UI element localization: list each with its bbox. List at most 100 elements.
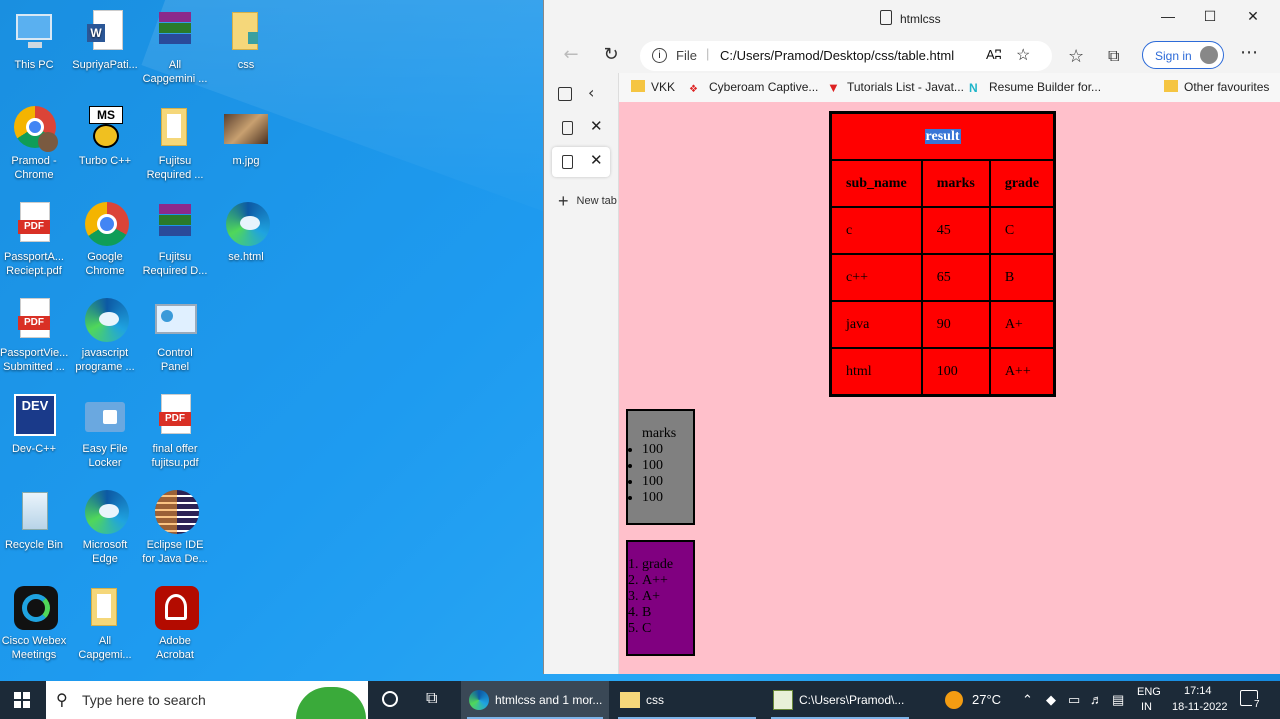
edge-icon	[469, 690, 489, 710]
desktop-icon-passport-view[interactable]: PDF PassportVie... Submitted ...	[0, 296, 68, 374]
avatar-icon	[1200, 46, 1218, 64]
cell-grade: A+	[989, 301, 1055, 348]
language-region[interactable]: IN	[1141, 701, 1152, 713]
task-view-icon[interactable]: ⧉	[426, 690, 437, 708]
windows-start-icon[interactable]	[14, 692, 30, 708]
taskbar-item-edge[interactable]: htmlcss and 1 mor...	[461, 681, 609, 719]
search-icon: ⚲	[56, 692, 68, 709]
info-icon[interactable]: i	[652, 48, 667, 63]
desktop-icon-pramod-chrome[interactable]: Pramod - Chrome	[0, 104, 68, 182]
desktop-icon-fujitsu-folder[interactable]: Fujitsu Required ...	[141, 104, 209, 182]
desktop-icon-adobe-acrobat[interactable]: Adobe Acrobat	[141, 584, 209, 662]
desktop-icon-css-folder[interactable]: css	[212, 8, 280, 72]
battery-icon[interactable]: ▭	[1068, 692, 1080, 708]
folder-icon	[151, 104, 199, 152]
cell-grade: B	[989, 254, 1055, 301]
title-bar: htmlcss — ☐ ✕	[544, 0, 1280, 38]
browser-window: htmlcss — ☐ ✕ ← ↻ i File | C:/Users/Pram…	[543, 0, 1280, 674]
volume-icon[interactable]: ♬	[1090, 692, 1103, 707]
edge-icon	[81, 488, 129, 536]
cortana-icon[interactable]	[382, 691, 398, 707]
desktop-icon-se-html[interactable]: se.html	[212, 200, 280, 264]
cell-grade: C	[989, 207, 1055, 254]
list-item: 100	[642, 458, 693, 474]
collections-icon[interactable]: ⧉	[1108, 46, 1119, 66]
desktop-icon-final-offer[interactable]: PDF final offer fujitsu.pdf	[141, 392, 209, 470]
minimize-button[interactable]: —	[1158, 8, 1178, 28]
more-menu-icon[interactable]: ⋯	[1240, 42, 1258, 63]
table-row: c++ 65 B	[831, 254, 1055, 301]
address-bar[interactable]: i File | C:/Users/Pramod/Desktop/css/tab…	[640, 41, 1052, 71]
fav-other-favourites[interactable]: Other favourites	[1164, 80, 1269, 94]
window-title: htmlcss	[900, 12, 941, 26]
desktop-icon-microsoft-edge[interactable]: Microsoft Edge	[71, 488, 139, 566]
new-tab-button[interactable]: + New tab	[558, 191, 618, 212]
read-aloud-icon[interactable]: Aʭ	[986, 47, 1002, 62]
sign-in-button[interactable]: Sign in	[1142, 41, 1224, 69]
fav-cyberoam[interactable]: ❖ Cyberoam Captive...	[689, 80, 818, 96]
eclipse-icon	[151, 488, 199, 536]
vertical-tab-1[interactable]: ✕	[552, 113, 610, 143]
desktop-icon-capgemini-archive[interactable]: All Capgemini ...	[141, 8, 209, 86]
grade-list: grade A++ A+ B C	[628, 557, 693, 637]
taskbar-search-box[interactable]: ⚲ Type here to search	[46, 681, 368, 719]
desktop-icon-this-pc[interactable]: This PC	[0, 8, 68, 72]
back-arrow-icon[interactable]: ←	[560, 45, 582, 67]
taskbar-item-explorer[interactable]: css	[612, 681, 762, 719]
desktop-icon-dev-cpp[interactable]: DEV Dev-C++	[0, 392, 68, 456]
clock-time[interactable]: 17:14	[1184, 685, 1212, 697]
fav-tutorials-list[interactable]: ▼ Tutorials List - Javat...	[827, 80, 964, 95]
desktop-icon-m-jpg[interactable]: m.jpg	[212, 104, 280, 168]
desktop-icon-cisco-webex[interactable]: Cisco Webex Meetings	[0, 584, 68, 662]
cell-grade: A++	[989, 348, 1055, 395]
refresh-icon[interactable]: ↻	[600, 45, 622, 67]
meet-icon[interactable]: ◆	[1046, 692, 1056, 708]
close-window-button[interactable]: ✕	[1243, 8, 1263, 28]
resume-builder-icon: N	[969, 81, 978, 95]
favourites-bar: VKK ❖ Cyberoam Captive... ▼ Tutorials List…	[619, 73, 1280, 102]
plus-icon: +	[558, 191, 569, 211]
pdf-file-icon: PDF	[10, 200, 58, 248]
fav-resume-builder[interactable]: N Resume Builder for...	[969, 80, 1101, 95]
close-tab-icon[interactable]: ✕	[590, 117, 603, 135]
desktop-icon-google-chrome[interactable]: Google Chrome	[71, 200, 139, 278]
cell-sub-name: html	[831, 348, 922, 395]
favourites-icon[interactable]: ☆	[1068, 46, 1084, 67]
word-document-icon: W	[81, 8, 129, 56]
monitor-icon	[10, 8, 58, 56]
chevron-up-icon[interactable]: ⌃	[1022, 692, 1033, 708]
pdf-file-icon: PDF	[151, 392, 199, 440]
desktop-icon-fujitsu-archive[interactable]: Fujitsu Required D...	[141, 200, 209, 278]
notepad-icon	[773, 690, 793, 710]
network-icon[interactable]: ▤	[1112, 692, 1124, 708]
folder-icon	[620, 692, 640, 708]
tab-actions-icon[interactable]	[558, 87, 572, 101]
language-indicator[interactable]: ENG	[1137, 686, 1161, 698]
fav-vkk[interactable]: VKK	[631, 80, 675, 94]
desktop-icon-recycle-bin[interactable]: Recycle Bin	[0, 488, 68, 552]
desktop-icon-control-panel[interactable]: Control Panel	[141, 296, 209, 374]
collapse-panel-icon[interactable]: ‹	[588, 83, 594, 102]
vertical-tab-2-active[interactable]: ✕	[552, 147, 610, 177]
desktop-icon-turbo-cpp[interactable]: MS Turbo C++	[71, 104, 139, 168]
clock-date[interactable]: 18-11-2022	[1172, 701, 1227, 713]
url-text[interactable]: C:/Users/Pramod/Desktop/css/table.html	[720, 48, 954, 63]
weather-sun-icon[interactable]	[945, 691, 963, 709]
desktop-icon-easy-file-locker[interactable]: Easy File Locker	[71, 392, 139, 470]
list-item: grade	[628, 557, 693, 573]
desktop-icon-passport-receipt[interactable]: PDF PassportA... Reciept.pdf	[0, 200, 68, 278]
taskbar-item-notepad[interactable]: C:\Users\Pramod\...	[765, 681, 915, 719]
page-icon	[562, 121, 573, 135]
desktop-icon-eclipse[interactable]: Eclipse IDE for Java De...	[141, 488, 209, 566]
close-tab-icon[interactable]: ✕	[590, 151, 603, 169]
weather-temperature[interactable]: 27°C	[972, 692, 1001, 707]
desktop-icon-capgemini-folder[interactable]: All Capgemi...	[71, 584, 139, 662]
folder-icon	[1164, 80, 1178, 92]
cell-sub-name: java	[831, 301, 922, 348]
desktop-icon-word-doc[interactable]: W SupriyaPati...	[71, 8, 139, 72]
table-row: c 45 C	[831, 207, 1055, 254]
add-favourite-icon[interactable]: ☆	[1016, 45, 1030, 65]
maximize-button[interactable]: ☐	[1200, 8, 1220, 28]
desktop-icon-javascript-programe[interactable]: javascript programe ...	[71, 296, 139, 374]
image-thumbnail-icon	[222, 104, 270, 152]
